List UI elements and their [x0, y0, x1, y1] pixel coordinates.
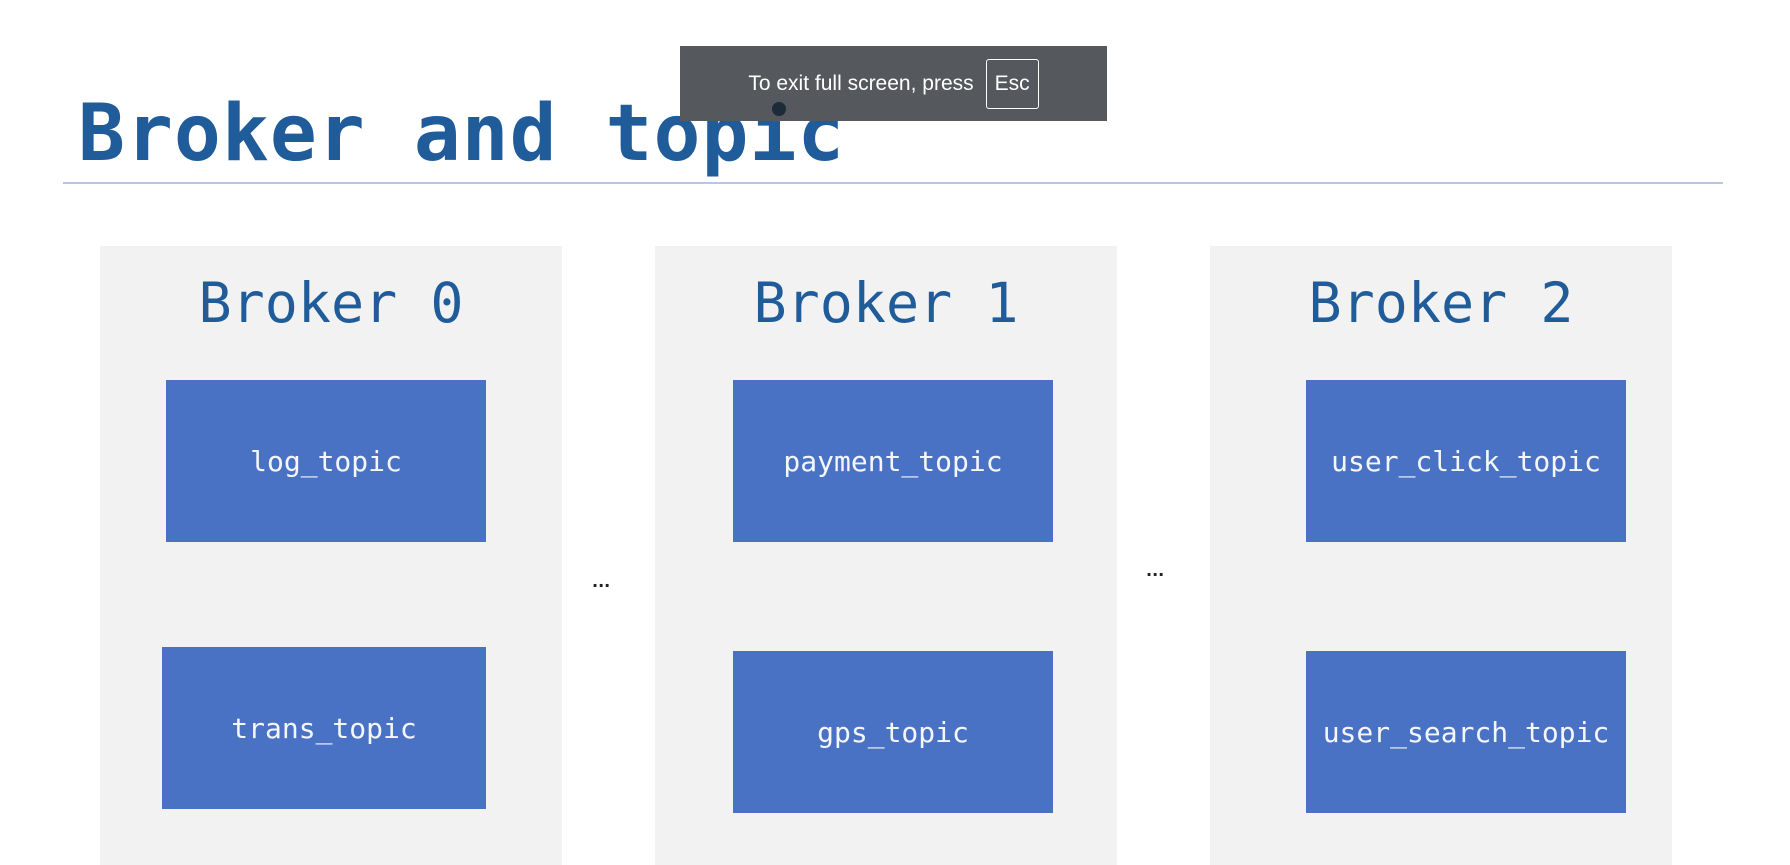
title-underline [63, 182, 1723, 184]
topic-box-user-search: user_search_topic [1306, 651, 1626, 813]
fullscreen-notice-text: To exit full screen, press [748, 71, 974, 95]
pointer-cursor-icon [772, 102, 786, 116]
fullscreen-exit-notice: To exit full screen, press Esc [680, 46, 1107, 121]
esc-key-badge: Esc [985, 58, 1039, 109]
topic-box-log: log_topic [166, 380, 486, 542]
broker-panel-2: Broker 2 user_click_topic user_search_to… [1210, 246, 1672, 865]
topic-label: user_search_topic [1322, 715, 1610, 749]
topic-label: trans_topic [231, 711, 417, 745]
broker-title-1: Broker 1 [753, 271, 1019, 335]
topic-label: user_click_topic [1331, 444, 1601, 478]
topic-box-payment: payment_topic [733, 380, 1053, 542]
broker-panel-1: Broker 1 payment_topic gps_topic [655, 246, 1117, 865]
topic-box-gps: gps_topic [733, 651, 1053, 813]
broker-title-0: Broker 0 [198, 271, 464, 335]
topic-label: gps_topic [817, 715, 969, 749]
topic-box-user-click: user_click_topic [1306, 380, 1626, 542]
topic-label: payment_topic [783, 444, 1003, 478]
topic-label: log_topic [250, 444, 402, 478]
topic-box-trans: trans_topic [162, 647, 486, 809]
broker-panel-0: Broker 0 log_topic trans_topic [100, 246, 562, 865]
broker-title-2: Broker 2 [1308, 271, 1574, 335]
separator-ellipsis-1: ... [1146, 561, 1165, 580]
presentation-slide: Broker and topic Broker 0 log_topic tran… [0, 0, 1790, 865]
separator-ellipsis-0: ... [592, 572, 611, 591]
